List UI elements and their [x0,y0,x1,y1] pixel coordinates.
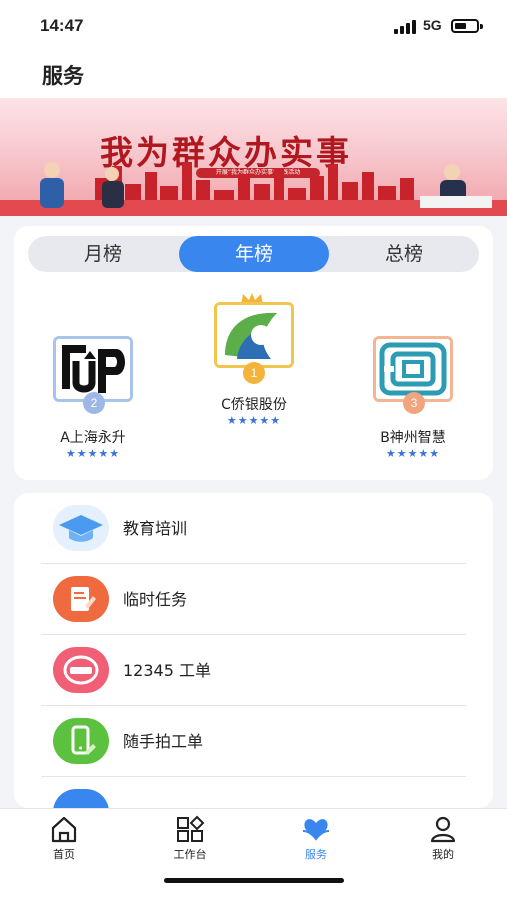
company-name-third: B神州智慧 [380,430,446,446]
status-time: 14:47 [40,16,84,35]
service-label: 12345 工单 [123,661,211,680]
company-name-second: A上海永升 [60,430,126,446]
tabbar-label: 我的 [432,848,454,861]
service-label: 教育培训 [123,519,188,538]
network-label: 5G [423,17,442,33]
list-item-education[interactable]: 教育培训 [41,493,466,564]
hotline-12345-icon [53,647,109,693]
tabbar-profile[interactable]: 我的 [403,815,483,867]
list-item-12345[interactable]: 12345 工单 [41,635,466,706]
service-list: 教育培训 临时任务 12345 工单 随手拍工单 [14,493,493,808]
service-label: 临时任务 [123,590,188,609]
rank-badge-2: 2 [83,392,105,414]
qiaoyin-logo [214,302,294,368]
battery-icon [451,19,483,33]
rank-badge-3: 3 [403,392,425,414]
task-note-icon [53,576,109,622]
home-indicator[interactable] [164,878,344,883]
rank-badge-1: 1 [243,362,265,384]
user-icon [430,816,456,843]
tabbar-services[interactable]: 服务 [276,815,356,867]
rating-stars-first: ★★★★★ [226,414,282,427]
rating-stars-third: ★★★★★ [385,447,441,460]
company-name-first: C侨银股份 [221,397,287,413]
signal-icon [394,20,416,34]
banner-image[interactable]: 我为群众办实事 开展“我为群众办实事”实践活动 [0,98,507,216]
rating-stars-second: ★★★★★ [65,447,121,460]
tabbar-label: 服务 [305,848,327,861]
city-skyline-illustration [0,162,507,216]
podium-third[interactable]: 3 B神州智慧 ★★★★★ [14,226,453,460]
status-bar: 14:47 5G [0,0,507,50]
home-icon [51,816,77,843]
heart-hand-icon [302,819,330,841]
nav-bar: 服务 [0,50,507,98]
tabbar-home[interactable]: 首页 [24,815,104,867]
ranking-card: 月榜 年榜 总榜 1 C侨银股份 ★★★★★ 2 A上海永升 ★★★★★ 3 B… [14,226,493,480]
bottom-tabbar: 首页 工作台 服务 我的 [0,808,507,900]
list-item-snapshot[interactable]: 随手拍工单 [41,706,466,777]
list-item-temp-task[interactable]: 临时任务 [41,564,466,635]
tabbar-workbench[interactable]: 工作台 [150,815,230,867]
service-label: 随手拍工单 [123,732,204,751]
graduation-cap-icon [53,505,109,551]
tabbar-label: 工作台 [173,848,207,861]
partial-list-icon [53,789,109,808]
page-title: 服务 [42,64,84,88]
phone-camera-icon [53,718,109,764]
tabbar-label: 首页 [53,848,75,861]
workbench-icon [177,815,205,842]
